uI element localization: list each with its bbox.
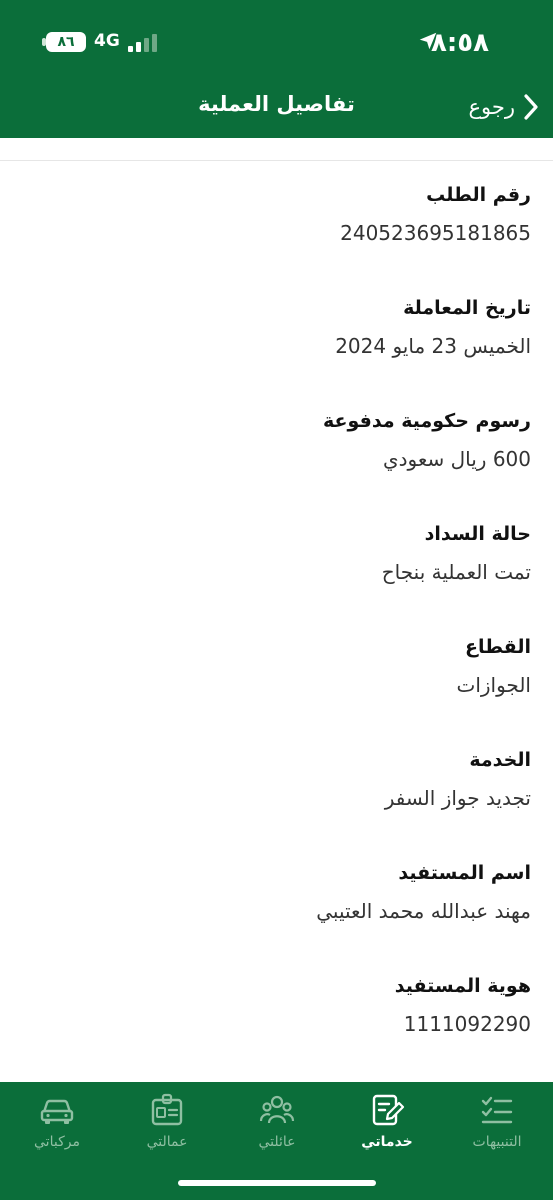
tab-label: عائلتي — [258, 1134, 296, 1150]
detail-label: رقم الطلب — [426, 184, 531, 206]
detail-label: حالة السداد — [424, 523, 531, 545]
signal-icon — [128, 34, 160, 52]
back-label: رجوع — [468, 95, 515, 119]
detail-fees: رسوم حكومية مدفوعة 600 ريال سعودي — [22, 406, 531, 476]
detail-label: الخدمة — [469, 749, 531, 771]
edit-document-icon — [372, 1094, 405, 1126]
tab-my-services[interactable]: خدماتي — [342, 1092, 432, 1150]
tab-label: التنبيهات — [472, 1134, 522, 1150]
tab-label: خدماتي — [361, 1134, 413, 1150]
detail-value: مهند عبدالله محمد العتيبي — [316, 899, 531, 923]
detail-value: الجوازات — [456, 673, 532, 697]
id-badge-icon — [151, 1093, 183, 1126]
back-button[interactable]: رجوع — [468, 90, 539, 124]
detail-label: القطاع — [465, 636, 531, 658]
transaction-details: رقم الطلب 240523695181865 تاريخ المعاملة… — [0, 138, 553, 1082]
detail-label: اسم المستفيد — [398, 862, 531, 884]
tab-my-workers[interactable]: عمالتي — [122, 1092, 212, 1150]
tab-notifications[interactable]: التنبيهات — [452, 1092, 542, 1150]
detail-value: تمت العملية بنجاح — [381, 560, 531, 584]
checklist-icon — [481, 1096, 513, 1124]
detail-service: الخدمة تجديد جواز السفر — [22, 745, 531, 815]
tab-my-vehicles[interactable]: مركباتي — [12, 1092, 102, 1150]
family-icon — [259, 1095, 295, 1124]
detail-label: هوية المستفيد — [394, 975, 531, 997]
detail-label: رسوم حكومية مدفوعة — [323, 410, 531, 432]
network-type: 4G — [94, 31, 120, 51]
battery-icon: ٨٦ — [46, 32, 86, 52]
status-time: ٨:٥٨ — [430, 28, 489, 58]
detail-value: 1111092290 — [403, 1012, 531, 1036]
tab-my-family[interactable]: عائلتي — [232, 1092, 322, 1150]
detail-value: تجديد جواز السفر — [384, 786, 531, 810]
detail-value: 600 ريال سعودي — [382, 447, 531, 471]
detail-label: تاريخ المعاملة — [403, 297, 531, 319]
app-header: ٨:٥٨ ٨٦ 4G تفاصيل العملية رجوع — [0, 0, 553, 138]
detail-payment-status: حالة السداد تمت العملية بنجاح — [22, 519, 531, 589]
detail-value: 240523695181865 — [340, 221, 531, 245]
tab-label: مركباتي — [34, 1134, 80, 1150]
home-indicator[interactable] — [178, 1180, 376, 1186]
location-arrow-icon — [419, 32, 437, 50]
chevron-right-icon — [524, 94, 538, 120]
car-icon — [40, 1099, 74, 1124]
tab-label: عمالتي — [146, 1134, 188, 1150]
detail-value: الخميس 23 مايو 2024 — [335, 334, 531, 358]
detail-beneficiary-id: هوية المستفيد 1111092290 — [22, 971, 531, 1041]
divider — [0, 160, 553, 161]
detail-beneficiary-name: اسم المستفيد مهند عبدالله محمد العتيبي — [22, 858, 531, 928]
detail-request-number: رقم الطلب 240523695181865 — [22, 180, 531, 250]
detail-sector: القطاع الجوازات — [22, 632, 532, 702]
detail-transaction-date: تاريخ المعاملة الخميس 23 مايو 2024 — [22, 293, 531, 363]
status-bar: ٨:٥٨ ٨٦ 4G — [0, 0, 553, 84]
